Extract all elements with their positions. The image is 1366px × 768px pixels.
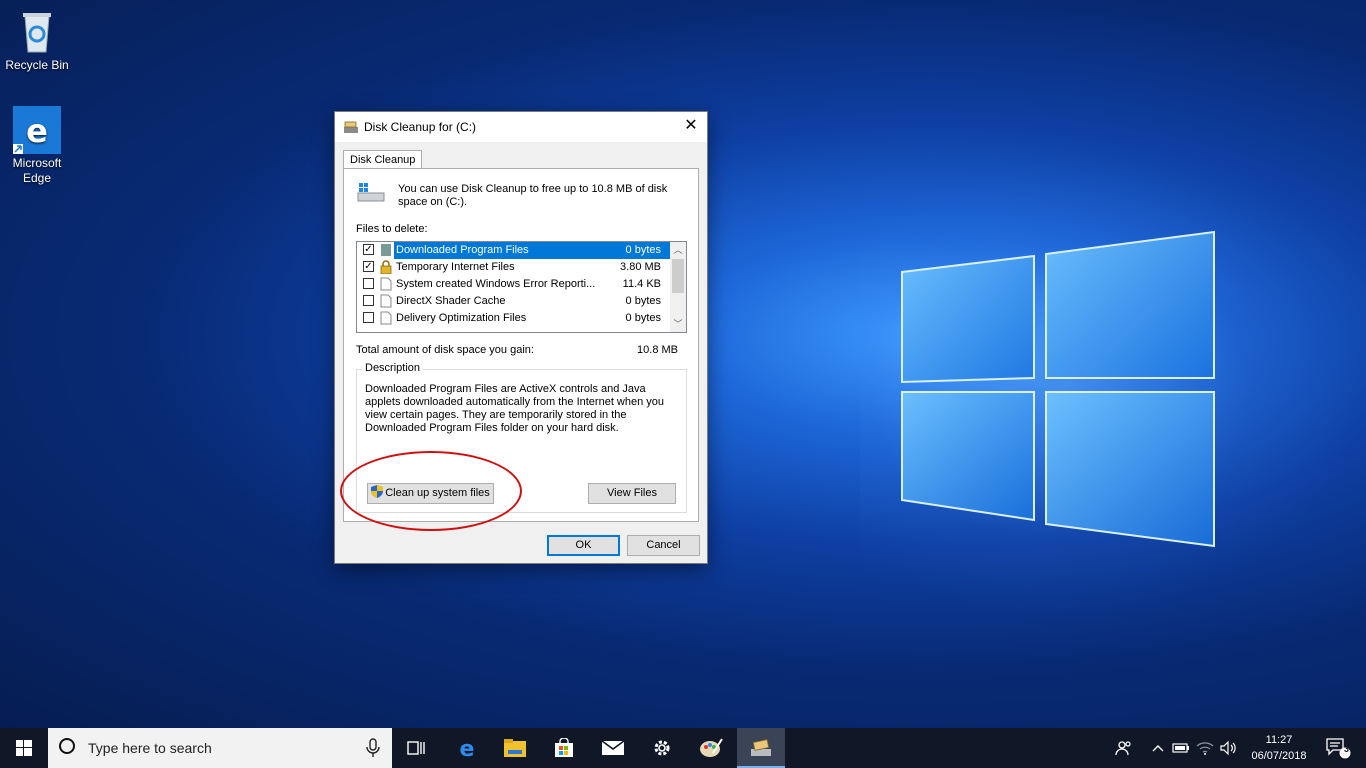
scroll-down-icon[interactable]: ﹀ [670, 316, 686, 332]
disk-cleanup-icon [751, 739, 771, 756]
file-explorer-icon [504, 739, 526, 757]
desktop-icon-label: Microsoft [12, 156, 62, 170]
task-view-button[interactable] [392, 728, 440, 768]
checkbox[interactable] [363, 278, 374, 289]
taskbar-settings[interactable] [638, 728, 686, 768]
task-view-icon [407, 741, 425, 755]
taskbar-paint[interactable] [687, 728, 735, 768]
ok-button[interactable]: OK [547, 535, 620, 556]
intro-text: You can use Disk Cleanup to free up to 1… [398, 183, 668, 208]
file-name: Delivery Optimization Files [396, 312, 527, 324]
taskbar-search-box[interactable]: Type here to search [48, 728, 392, 768]
desktop-icon-microsoft-edge[interactable]: e Microsoft Edge [0, 106, 74, 186]
notification-count-badge: 3 [1344, 744, 1350, 754]
list-item[interactable]: ✓ Downloaded Program Files 0 bytes [357, 242, 671, 259]
start-button[interactable] [0, 728, 48, 768]
scroll-thumb[interactable] [672, 259, 684, 293]
show-hidden-icons-button[interactable] [1148, 728, 1168, 768]
settings-icon [654, 740, 670, 756]
file-size: 0 bytes [625, 244, 661, 256]
checkbox[interactable]: ✓ [363, 244, 374, 255]
taskbar-mail[interactable] [589, 728, 637, 768]
disk-cleanup-icon [344, 121, 358, 133]
folder-icon [381, 244, 391, 256]
microphone-icon[interactable] [366, 738, 380, 758]
desktop-icon-recycle-bin[interactable]: Recycle Bin [0, 8, 74, 73]
dialog-titlebar[interactable]: Disk Cleanup for (C:) ✕ [335, 112, 707, 142]
files-to-delete-label: Files to delete: [356, 223, 428, 235]
file-name: Downloaded Program Files [396, 244, 529, 256]
file-icon [380, 311, 392, 325]
edge-icon: e [13, 106, 61, 154]
svg-text:e: e [26, 112, 48, 150]
list-item[interactable]: System created Windows Error Reporti... … [357, 276, 671, 293]
clock-time: 11:27 [1265, 734, 1293, 746]
recycle-bin-icon [13, 8, 61, 56]
list-item[interactable]: ✓ Temporary Internet Files 3.80 MB [357, 259, 671, 276]
desktop-icon-label: Edge [22, 171, 52, 185]
wifi-icon [1196, 742, 1214, 755]
volume-button[interactable] [1218, 728, 1240, 768]
file-size: 0 bytes [625, 295, 661, 307]
description-text: Downloaded Program Files are ActiveX con… [365, 383, 665, 434]
battery-icon [1172, 743, 1189, 753]
taskbar: Type here to search e 11:27 06/07/2018 3 [0, 728, 1366, 768]
windows-logo [901, 230, 1215, 548]
red-annotation-circle [340, 451, 522, 531]
action-center-button[interactable]: 3 [1318, 728, 1358, 768]
file-name: Temporary Internet Files [396, 261, 515, 273]
file-size: 3.80 MB [620, 261, 661, 273]
files-to-delete-list[interactable]: ✓ Downloaded Program Files 0 bytes ✓ Tem… [356, 241, 687, 333]
file-name: System created Windows Error Reporti... [396, 278, 596, 290]
paint-icon [700, 738, 723, 757]
file-icon [380, 277, 392, 291]
checkbox[interactable] [363, 312, 374, 323]
lock-icon [380, 260, 392, 274]
cortana-icon [59, 738, 75, 754]
svg-text:e: e [460, 737, 475, 759]
close-icon: ✕ [684, 117, 698, 134]
speaker-icon [1220, 741, 1236, 755]
total-space-label: Total amount of disk space you gain: [356, 344, 534, 356]
total-space-value: 10.8 MB [637, 344, 678, 356]
taskbar-file-explorer[interactable] [491, 728, 539, 768]
battery-button[interactable] [1170, 728, 1192, 768]
people-button[interactable] [1110, 728, 1138, 768]
cancel-button[interactable]: Cancel [627, 535, 700, 556]
store-icon [555, 738, 573, 757]
mail-icon [601, 740, 625, 755]
edge-icon: e [460, 737, 475, 759]
taskbar-edge[interactable]: e [443, 728, 491, 768]
chevron-up-icon [1152, 745, 1164, 752]
file-icon [380, 294, 392, 308]
checkbox[interactable] [363, 295, 374, 306]
list-item[interactable]: Delivery Optimization Files 0 bytes [357, 310, 671, 327]
clock-date: 06/07/2018 [1251, 750, 1307, 762]
taskbar-store[interactable] [540, 728, 588, 768]
view-files-button[interactable]: View Files [588, 483, 676, 504]
file-size: 11.4 KB [622, 278, 661, 290]
search-placeholder: Type here to search [88, 740, 212, 756]
people-icon [1115, 741, 1131, 756]
network-button[interactable] [1194, 728, 1216, 768]
file-size: 0 bytes [625, 312, 661, 324]
scroll-up-icon[interactable]: ︿ [670, 242, 686, 258]
drive-icon [357, 183, 385, 202]
description-title: Description [362, 362, 424, 374]
taskbar-clock[interactable]: 11:27 06/07/2018 [1244, 732, 1314, 764]
close-button[interactable]: ✕ [675, 112, 707, 142]
file-name: DirectX Shader Cache [396, 295, 506, 307]
taskbar-disk-cleanup[interactable] [737, 728, 785, 768]
windows-start-icon [16, 740, 32, 756]
desktop-icon-label: Recycle Bin [5, 58, 69, 72]
dialog-title: Disk Cleanup for (C:) [364, 120, 477, 134]
list-item[interactable]: DirectX Shader Cache 0 bytes [357, 293, 671, 310]
list-scrollbar[interactable]: ︿ ﹀ [670, 242, 686, 332]
checkbox[interactable]: ✓ [363, 261, 374, 272]
